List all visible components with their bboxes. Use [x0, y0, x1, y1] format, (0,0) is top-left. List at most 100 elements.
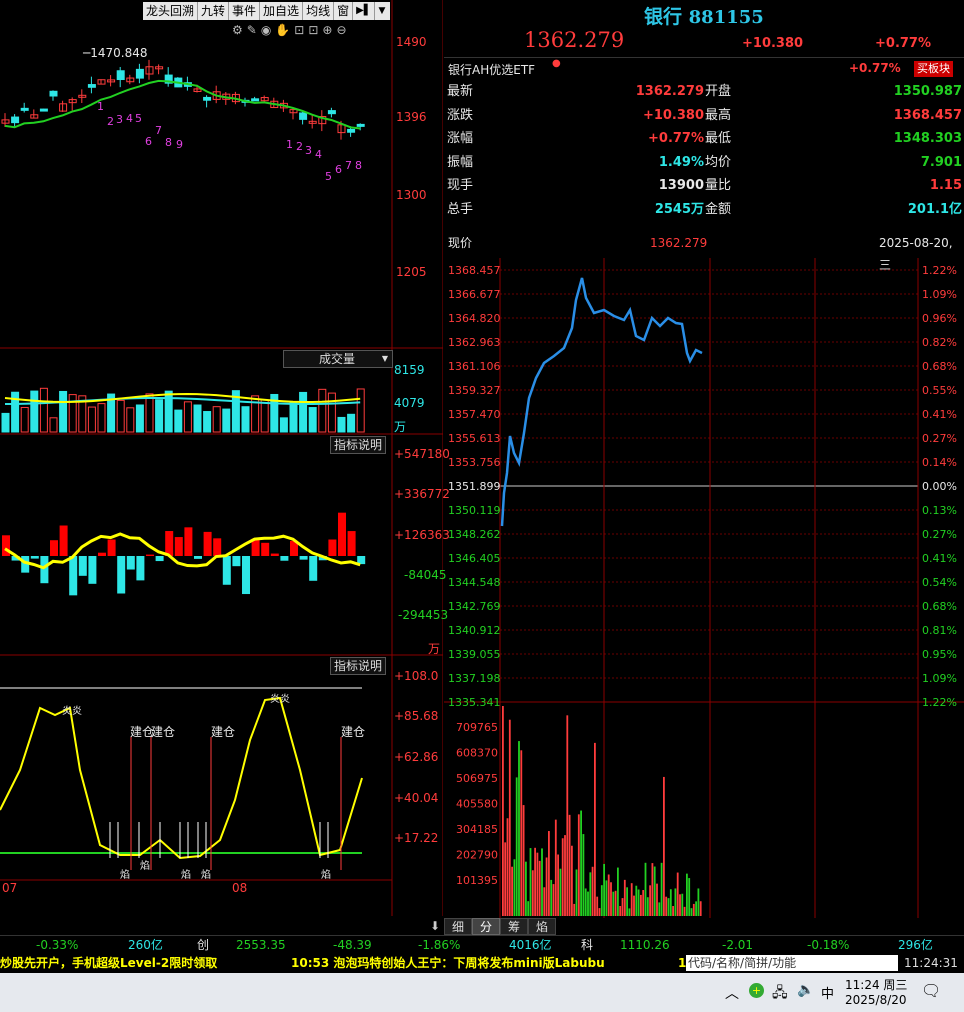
indicator1-bar [88, 556, 97, 584]
taskbar-date[interactable]: 2025/8/20 [845, 993, 907, 1007]
intraday-volume-bar [663, 776, 665, 916]
intraday-volume-bar [642, 890, 645, 916]
signal-label: 焰 [120, 870, 130, 881]
intraday-volume-bar [644, 862, 647, 916]
taskbar-time[interactable]: 11:24 周三 [845, 976, 907, 993]
volume-bar [327, 392, 336, 433]
volume-bar [49, 417, 58, 433]
indicator1-bar [69, 556, 78, 596]
intraday-volume-bar [522, 805, 525, 916]
index-bar-value: 2553.35 [236, 938, 286, 952]
kline-candle [299, 112, 308, 120]
volume-selector-label: 成交量 [319, 352, 356, 366]
network-icon[interactable]: 🖧 [772, 982, 788, 1006]
indicator1-bar [50, 540, 58, 556]
indicator1-bar [136, 556, 145, 581]
search-input[interactable]: 代码/名称/简拼/功能 [686, 955, 898, 971]
indicator1-bar [174, 537, 183, 556]
intraday-volume-bar [511, 866, 513, 916]
intraday-volume-bar [667, 898, 670, 916]
intraday-price: 1362.279 [650, 236, 708, 250]
kline-chart[interactable] [0, 0, 443, 916]
notification-icon[interactable]: 🗨 [921, 981, 941, 1000]
intraday-price-tick: 1366.677 [448, 288, 501, 301]
volume-bar [251, 395, 260, 433]
stat-label: 现手 [447, 178, 474, 193]
intraday-volume-bar [538, 860, 541, 916]
stat-label: 涨跌 [447, 107, 474, 123]
stats-row: 总手 2545万 金额 201.1亿 [447, 198, 962, 221]
kline-candle [49, 90, 58, 97]
signal-label: 焰 [201, 870, 211, 881]
chevron-down-icon: ▼ [381, 354, 388, 363]
intraday-volume-bar [582, 834, 585, 916]
volume-bar [299, 391, 308, 433]
intraday-volume-bar [683, 906, 686, 916]
volume-bar [87, 406, 96, 433]
ime-indicator[interactable]: 中 [821, 983, 834, 1002]
etf-row[interactable]: 银行AH优选ETF ● +0.77% 买板块 [444, 57, 964, 80]
intraday-price-tick: 1337.198 [448, 672, 501, 685]
intraday-pct-tick: 0.96% [922, 312, 957, 325]
intraday-volume-bar [674, 888, 677, 916]
intraday-price-tick: 1353.756 [448, 456, 501, 469]
app-tray-icon[interactable]: + [749, 983, 764, 998]
news-ad[interactable]: 炒股先开户，手机超级Level-2限时领取 [0, 954, 217, 973]
intraday-volume-bar [603, 863, 605, 916]
intraday-volume-bar [651, 863, 654, 916]
intraday-volume-bar [594, 742, 596, 916]
indicator1-bar [280, 556, 289, 561]
indicator1-bar [78, 556, 87, 576]
intraday-volume-bar [695, 901, 697, 916]
kline-candle [327, 110, 336, 115]
chevron-up-icon[interactable]: ︿ [725, 983, 739, 1003]
tab-flame[interactable]: 焰 [528, 918, 556, 935]
intraday-volume-bar [554, 819, 557, 916]
indicator1-bar [98, 552, 106, 556]
volume-bar [145, 393, 154, 433]
intraday-price-tick: 1344.548 [448, 576, 501, 589]
etf-dot-icon: ● [552, 58, 561, 69]
intraday-volume-bar [584, 888, 587, 916]
intraday-volume-bar [506, 818, 509, 916]
indicator1-explain-button[interactable]: 指标说明 [330, 436, 387, 454]
intraday-pct-tick: 1.22% [922, 264, 957, 277]
volume-icon[interactable]: 🔈 [797, 982, 814, 998]
indicator1-bar [261, 542, 270, 556]
volume-bar [174, 409, 183, 433]
header-price: 1362.279 [524, 28, 625, 52]
scroll-down-icon[interactable]: ⬇ [426, 918, 444, 935]
indicator1-bar [232, 556, 241, 567]
tab-chips[interactable]: 筹 [500, 918, 528, 935]
intraday-volume-bar [566, 715, 569, 916]
indicator1-bar [184, 527, 193, 556]
intraday-volume-bar [669, 889, 672, 916]
ind2-y-tick: +40.04 [394, 791, 439, 805]
intraday-pct-tick: 0.81% [922, 624, 957, 637]
intraday-volume-bar [525, 861, 527, 916]
tab-minute[interactable]: 分 [472, 918, 500, 935]
stat-value: 2545万 [654, 201, 704, 217]
index-bar-value: 4016亿 [509, 938, 552, 952]
indicator2-explain-button[interactable]: 指标说明 [330, 657, 387, 675]
tab-detail[interactable]: 细 [444, 918, 472, 935]
intraday-volume-bar [628, 908, 631, 916]
intraday-chart[interactable]: 1368.457 1366.677 1364.820 1362.963 1361.106… [444, 258, 964, 918]
intraday-pct-tick: 1.09% [922, 672, 957, 685]
intraday-volume-bar [559, 868, 562, 916]
intraday-volume-tick: 101395 [456, 874, 498, 887]
intraday-pct-tick: 0.27% [922, 528, 957, 541]
intraday-volume-bar [686, 873, 688, 916]
stat-value: 1348.303 [893, 131, 962, 146]
intraday-volume-bar [589, 872, 592, 916]
volume-selector[interactable]: 成交量 ▼ [283, 350, 393, 368]
volume-unit: 万 [394, 420, 407, 434]
intraday-volume-bar [658, 902, 661, 916]
etf-change: +0.77% [849, 61, 901, 75]
intraday-pct-tick: 0.55% [922, 384, 957, 397]
stat-value: 1.49% [658, 154, 704, 170]
news-headline[interactable]: 10:53 泡泡玛特创始人王宁：下周将发布mini版Labubu [291, 954, 605, 973]
kline-candle [251, 98, 260, 102]
buy-sector-button[interactable]: 买板块 [914, 61, 953, 77]
intraday-volume-tick: 608370 [456, 747, 498, 760]
